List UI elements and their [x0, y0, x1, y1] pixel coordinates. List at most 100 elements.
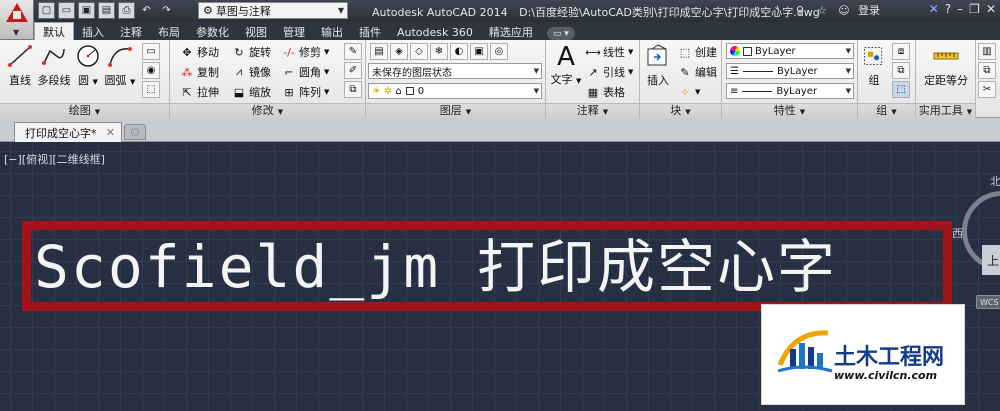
tab-insert[interactable]: 插入 [74, 24, 112, 40]
redo-icon[interactable]: ↷ [158, 2, 175, 19]
groups-panel-title[interactable]: 组 ▼ [858, 103, 915, 118]
layer-lock-icon[interactable]: ▣ [470, 43, 488, 60]
layer-freeze-icon[interactable]: ❄ [430, 43, 448, 60]
chevron-down-icon: ▼ [324, 88, 330, 96]
ungroup-tool[interactable]: ⧈ [892, 43, 910, 60]
help-icon[interactable]: ? [945, 2, 951, 16]
lineweight-select[interactable]: ≡ ByLayer ▼ [726, 83, 854, 99]
ribbon-toggle-button[interactable]: ▭ ▾ [546, 27, 575, 40]
tab-annotate[interactable]: 注释 [112, 24, 150, 40]
fillet-tool[interactable]: ⌐ 圆角 ▼ [282, 64, 329, 80]
minimize-icon[interactable]: – [957, 2, 963, 16]
layer-state-select[interactable]: 未保存的图层状态 ▼ [368, 63, 542, 79]
application-menu-button[interactable]: ▼ [0, 0, 34, 40]
layer-tool-icon[interactable]: ◈ [390, 43, 408, 60]
circle-button[interactable]: 圆 ▼ [72, 43, 104, 88]
leader-tool[interactable]: ↗ 引线 ▼ [586, 64, 633, 80]
group-edit-tool[interactable]: ⧉ [892, 62, 910, 79]
scale-tool[interactable]: ⬓ 缩放 [232, 84, 271, 100]
search-help-icon[interactable]: ⟩ [770, 2, 786, 18]
array-tool[interactable]: ⊞ 阵列 ▼ [282, 84, 329, 100]
hatch-tool[interactable]: ◉ [142, 62, 160, 79]
insert-button[interactable]: 插入 [642, 43, 674, 88]
wcs-menu[interactable]: WCS [976, 295, 1000, 309]
undo-icon[interactable]: ↶ [138, 2, 155, 19]
layer-match-icon[interactable]: ◎ [490, 43, 508, 60]
layer-properties-icon[interactable]: ▤ [370, 43, 388, 60]
draw-panel-title[interactable]: 绘图 ▼ [0, 103, 169, 118]
viewport-controls[interactable]: [−][俯视][二维线框] [4, 151, 105, 167]
copy-clip-icon[interactable]: ⧉ [978, 62, 996, 79]
group-select-tool[interactable]: ⬚ [892, 81, 910, 98]
cut-icon[interactable]: ✂ [978, 81, 996, 98]
tab-layout[interactable]: 布局 [150, 24, 188, 40]
annotation-panel-title[interactable]: 注释 ▼ [546, 103, 639, 118]
text-button[interactable]: A 文字 ▼ [550, 43, 582, 87]
mirror-tool[interactable]: ⩘ 镜像 [232, 64, 271, 80]
linear-dim-tool[interactable]: ⟷ 线性 ▼ [585, 44, 633, 60]
tab-output[interactable]: 输出 [313, 24, 351, 40]
star-icon[interactable]: ☆ [814, 2, 830, 18]
copy-tool[interactable]: ⁂ 复制 [180, 64, 220, 80]
tab-parametric[interactable]: 参数化 [188, 24, 237, 40]
plot-icon[interactable]: ⎙ [118, 2, 135, 19]
new-tab-button[interactable]: ◌ [124, 124, 146, 140]
save-as-icon[interactable]: ▤ [98, 2, 115, 19]
stretch-tool[interactable]: ⇱ 拉伸 [180, 84, 219, 100]
save-icon[interactable]: ▣ [78, 2, 95, 19]
tab-view[interactable]: 视图 [237, 24, 275, 40]
viewcube-north[interactable]: 北 [990, 173, 1000, 189]
tab-plugins[interactable]: 插件 [351, 24, 389, 40]
rectangle-tool[interactable]: ▭ [142, 43, 160, 60]
explode-tool[interactable]: ✐ [344, 62, 362, 79]
modify-panel-title[interactable]: 修改 ▼ [170, 103, 365, 118]
open-icon[interactable]: ▭ [58, 2, 75, 19]
workspace-select[interactable]: ⚙ 草图与注释 ▼ [198, 2, 348, 19]
file-tab[interactable]: 打印成空心字* ✕ [14, 122, 122, 142]
paste-icon[interactable]: ▥ [978, 43, 996, 60]
tab-featured-apps[interactable]: 精选应用 [481, 24, 541, 40]
viewcube-top-face[interactable]: 上 [982, 245, 1000, 275]
new-icon[interactable]: ▢ [38, 2, 55, 19]
viewcube[interactable]: 北 西 上 南 [952, 173, 1000, 313]
layer-iso-icon[interactable]: ◇ [410, 43, 428, 60]
arc-button[interactable]: 圆弧 ▼ [104, 43, 136, 88]
close-icon[interactable]: ✕ [106, 126, 115, 139]
trim-tool[interactable]: -/- 修剪 ▼ [282, 44, 329, 60]
table-tool[interactable]: ▦ 表格 [586, 84, 625, 100]
login-link[interactable]: 登录 [858, 2, 880, 18]
block-panel-title[interactable]: 块 ▼ [640, 103, 721, 118]
restore-icon[interactable]: ❐ [969, 2, 980, 16]
measure-button[interactable]: 定距等分 [918, 43, 974, 88]
viewcube-west[interactable]: 西 [952, 225, 963, 241]
create-block-tool[interactable]: ⬚ 创建 [678, 44, 717, 60]
rotate-tool[interactable]: ↻ 旋转 [232, 44, 271, 60]
properties-panel-title[interactable]: 特性 ▼ [722, 103, 857, 118]
line-button[interactable]: 直线 [4, 43, 36, 88]
tab-autodesk-360[interactable]: Autodesk 360 [389, 24, 481, 40]
block-title-text: 块 [670, 104, 682, 117]
chevron-down-icon[interactable]: ▼ [130, 78, 135, 86]
utilities-panel-title[interactable]: 实用工具 ▼ [916, 103, 975, 118]
layers-panel-title[interactable]: 图层 ▼ [366, 103, 545, 118]
tab-manage[interactable]: 管理 [275, 24, 313, 40]
erase-tool[interactable]: ✎ [344, 43, 362, 60]
layer-select[interactable]: ☀ ✲ ⌂ 0 ▼ [368, 83, 542, 99]
layer-off-icon[interactable]: ◐ [450, 43, 468, 60]
edit-block-tool[interactable]: ✎ 编辑 [678, 64, 717, 80]
polyline-button[interactable]: 多段线 [36, 43, 72, 88]
binoculars-icon[interactable]: ⚲ [792, 2, 808, 18]
annotation-panel: A 文字 ▼ ⟷ 线性 ▼ ↗ 引线 ▼ ▦ 表格 注释 ▼ [546, 40, 640, 118]
linetype-select[interactable]: ☰ ByLayer ▼ [726, 63, 854, 79]
exchange-icon[interactable]: ✕ [929, 2, 939, 16]
user-icon[interactable]: ☺ [836, 2, 852, 18]
group-button[interactable]: 组 [860, 43, 888, 88]
offset-tool[interactable]: ⧉ [344, 81, 362, 98]
chevron-down-icon[interactable]: ▼ [93, 78, 98, 86]
tab-default[interactable]: 默认 [34, 22, 74, 40]
close-icon[interactable]: ✕ [986, 2, 996, 16]
move-tool[interactable]: ✥ 移动 [180, 44, 219, 60]
edit-attributes-tool[interactable]: ✧ ▼ [678, 84, 700, 100]
boundary-tool[interactable]: ⬚ [142, 81, 160, 98]
color-select[interactable]: ByLayer ▼ [726, 43, 854, 59]
